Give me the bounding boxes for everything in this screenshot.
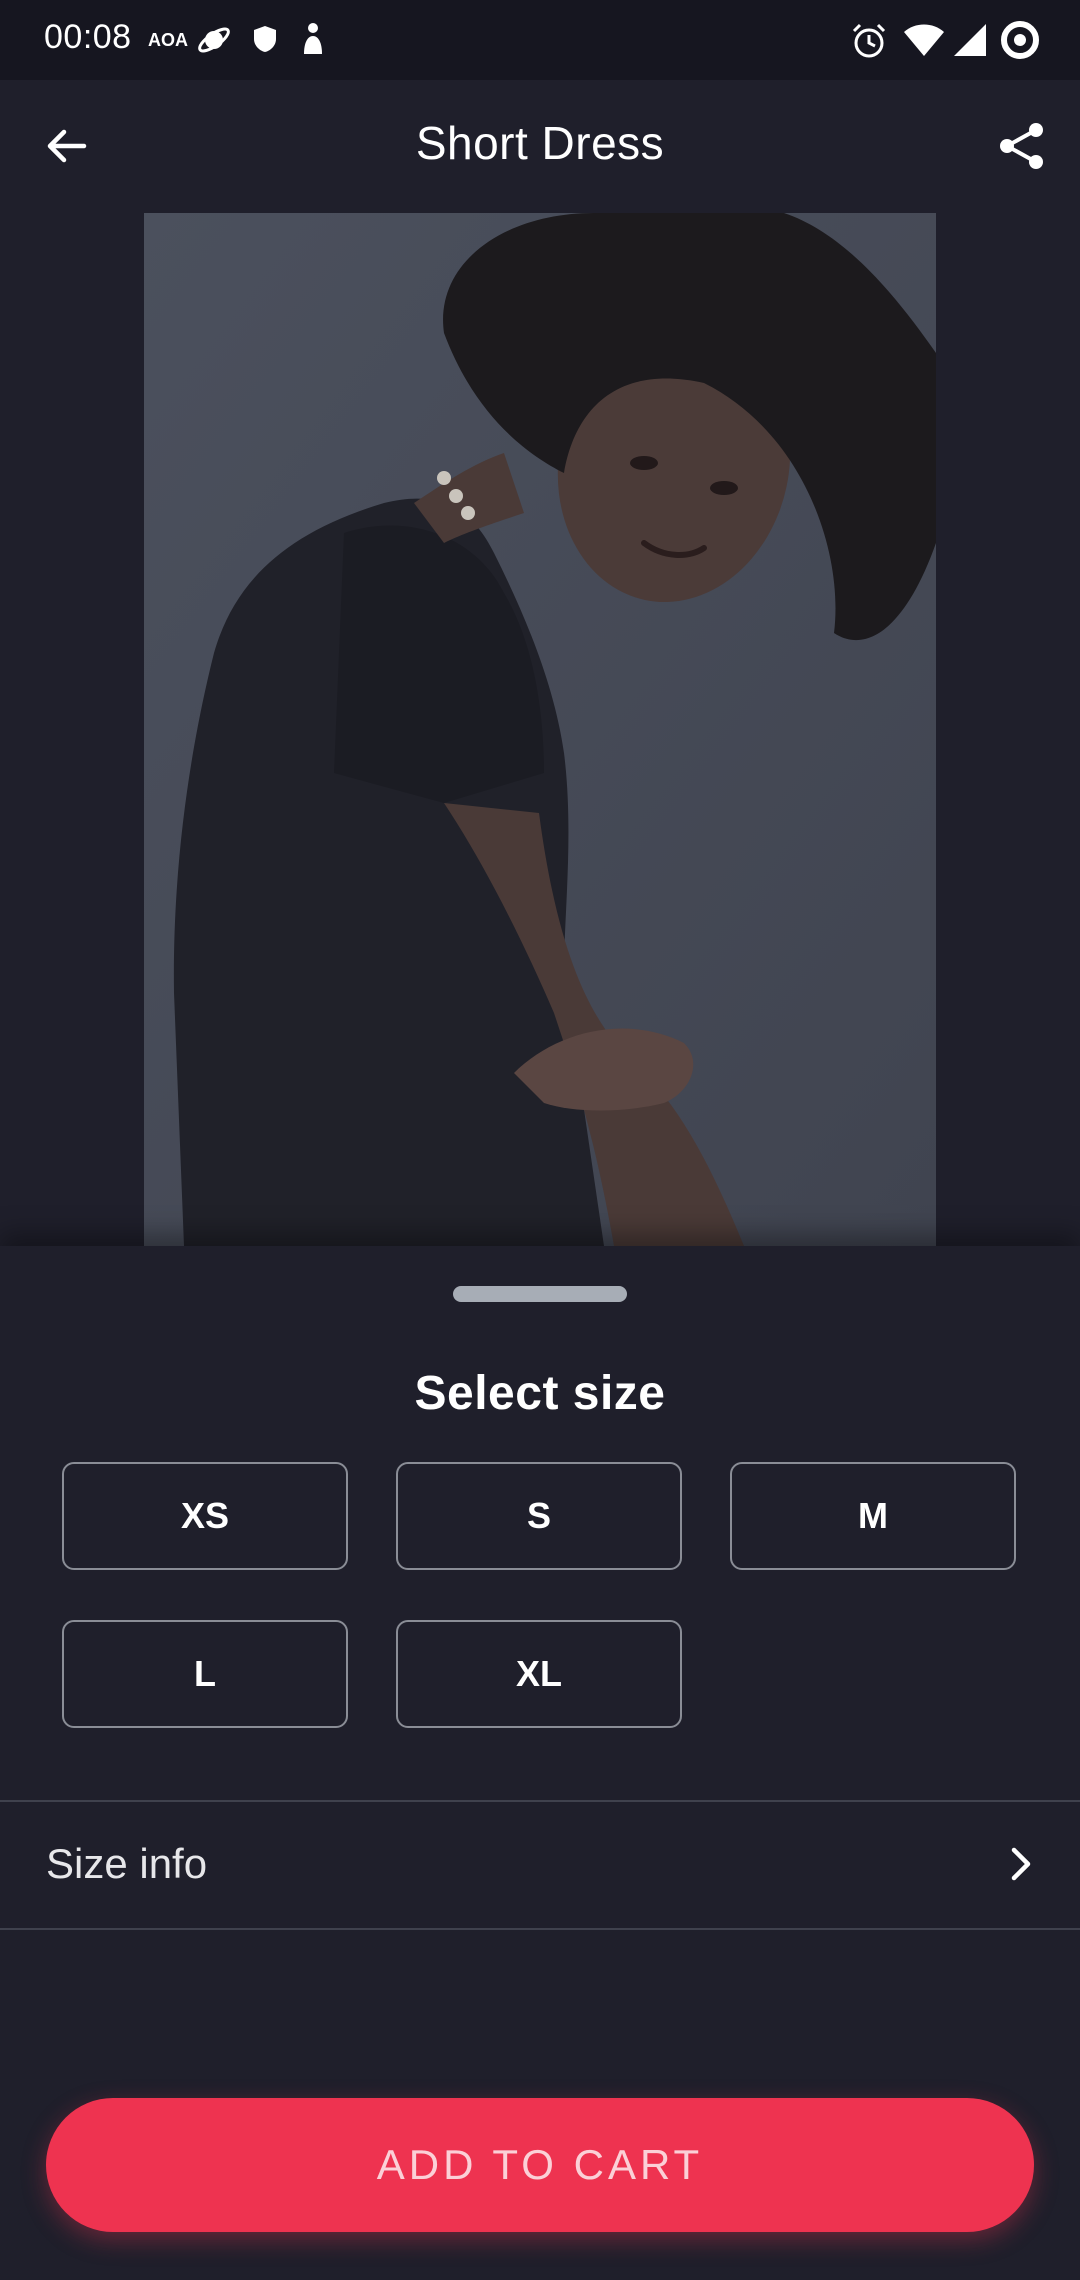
page-title: Short Dress bbox=[415, 117, 665, 169]
screen: 00:08 AOA Short Dress Select size XS S M… bbox=[0, 0, 1080, 2280]
arrow-left-icon bbox=[47, 129, 87, 163]
size-option-m[interactable]: M bbox=[730, 1462, 1016, 1570]
size-option-xs[interactable]: XS bbox=[62, 1462, 348, 1570]
product-photo bbox=[144, 213, 936, 1246]
app-bar: Short Dress bbox=[0, 80, 1080, 210]
drag-handle[interactable] bbox=[453, 1286, 627, 1302]
signal-icon bbox=[952, 22, 988, 63]
size-info-label: Size info bbox=[46, 1840, 208, 1887]
add-to-cart-button[interactable]: ADD TO CART bbox=[46, 2098, 1034, 2232]
chevron-right-icon bbox=[1006, 1842, 1036, 1891]
back-button[interactable] bbox=[30, 110, 102, 182]
size-option-xl[interactable]: XL bbox=[396, 1620, 682, 1728]
product-image bbox=[144, 213, 936, 1246]
size-option-s[interactable]: S bbox=[396, 1462, 682, 1570]
share-icon bbox=[1000, 123, 1043, 169]
alarm-icon bbox=[850, 22, 888, 65]
figure-icon bbox=[298, 22, 328, 61]
status-time: 00:08 bbox=[44, 18, 132, 56]
sheet-title: Select size bbox=[414, 1367, 666, 1420]
size-info-row[interactable]: Size info bbox=[0, 1802, 1080, 1928]
divider-bottom bbox=[0, 1928, 1080, 1930]
wifi-icon bbox=[902, 20, 946, 63]
status-bar: 00:08 AOA bbox=[0, 0, 1080, 80]
share-button[interactable] bbox=[986, 110, 1058, 182]
status-carrier-tag: AOA bbox=[148, 30, 188, 50]
size-option-l[interactable]: L bbox=[62, 1620, 348, 1728]
saturn-icon bbox=[196, 22, 232, 63]
shield-icon bbox=[252, 24, 278, 59]
size-bottom-sheet: Select size XS S M L XL Size info ADD TO… bbox=[0, 1246, 1080, 2280]
circle-target-icon bbox=[1000, 20, 1040, 65]
